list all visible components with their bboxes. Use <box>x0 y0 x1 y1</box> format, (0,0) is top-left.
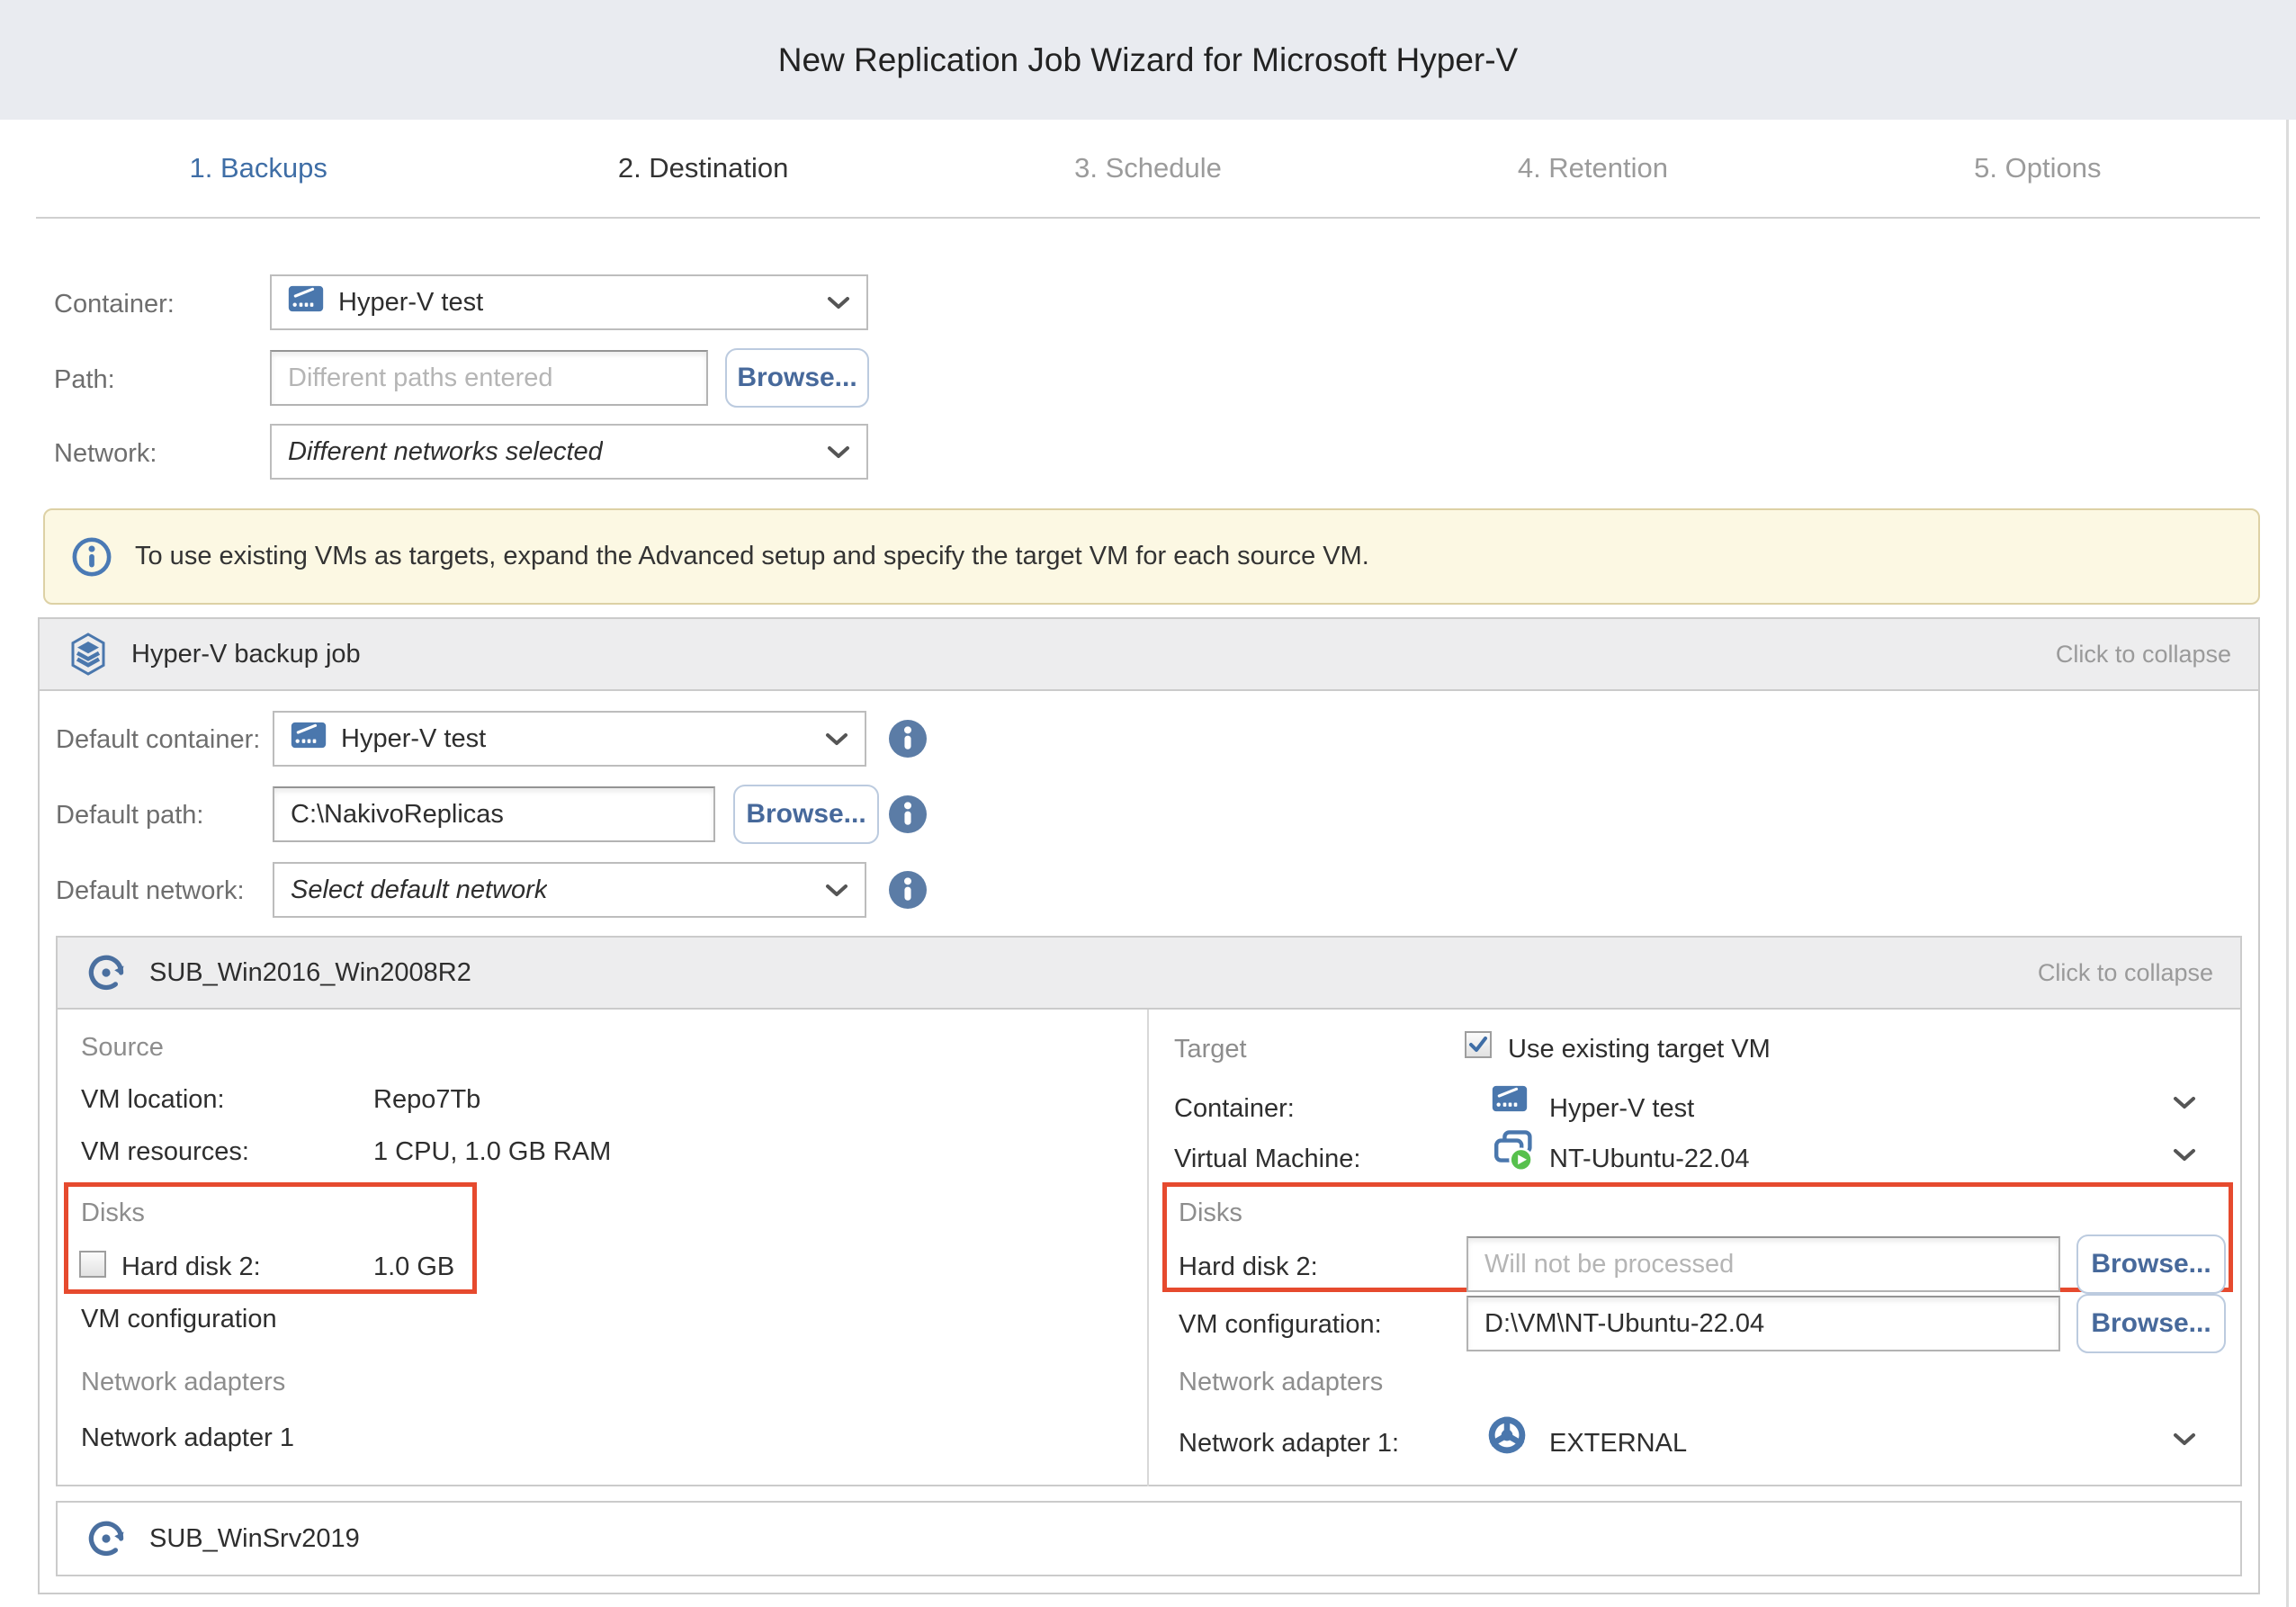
use-existing-vm-checkbox[interactable] <box>1465 1031 1492 1058</box>
default-container-value: Hyper-V test <box>341 724 486 754</box>
step-backups[interactable]: 1. Backups <box>36 120 480 217</box>
target-vm-config-input[interactable] <box>1466 1296 2060 1351</box>
chevron-down-icon <box>2173 1432 2196 1447</box>
info-icon[interactable] <box>889 720 927 758</box>
target-disk-label: Hard disk 2: <box>1179 1252 1318 1282</box>
default-container-label: Default container: <box>56 725 260 755</box>
page-edge-line <box>2286 120 2289 1607</box>
wizard-header: New Replication Job Wizard for Microsoft… <box>0 0 2296 120</box>
container-select[interactable]: Hyper-V test <box>270 274 868 330</box>
info-outline-icon <box>72 537 112 577</box>
step-retention: 4. Retention <box>1370 120 1815 217</box>
source-adapter-label: Network adapter 1 <box>81 1423 294 1453</box>
default-container-info-icon[interactable] <box>889 720 927 758</box>
source-heading: Source <box>81 1033 164 1063</box>
step-schedule: 3. Schedule <box>926 120 1370 217</box>
source-vm-config-label: VM configuration <box>81 1305 277 1334</box>
vm-icon <box>1492 1128 1535 1172</box>
network-globe-icon <box>1486 1414 1528 1456</box>
target-vm-config-label: VM configuration: <box>1179 1310 1382 1340</box>
target-disks-heading: Disks <box>1179 1199 1242 1228</box>
backup-job-header[interactable]: Hyper-V backup job Click to collapse <box>40 619 2258 691</box>
source-disk-label: Hard disk 2: <box>121 1252 261 1282</box>
target-disk-input[interactable] <box>1466 1236 2060 1292</box>
page-title: New Replication Job Wizard for Microsoft… <box>778 41 1518 79</box>
default-path-info-icon[interactable] <box>889 795 927 833</box>
target-vm-select[interactable] <box>2173 1148 2196 1167</box>
network-select[interactable]: Different networks selected <box>270 424 868 480</box>
info-icon[interactable] <box>889 871 927 909</box>
network-select-value: Different networks selected <box>288 437 603 467</box>
vm1-header[interactable]: SUB_Win2016_Win2008R2 Click to collapse <box>58 938 2240 1010</box>
replication-job-wizard: New Replication Job Wizard for Microsoft… <box>0 0 2296 1607</box>
info-banner: To use existing VMs as targets, expand t… <box>43 508 2260 605</box>
container-label: Container: <box>54 290 175 319</box>
source-disks-heading: Disks <box>81 1199 145 1228</box>
source-target-divider <box>1147 1010 1149 1486</box>
target-disk-browse-button[interactable]: Browse... <box>2076 1234 2226 1294</box>
path-browse-button[interactable]: Browse... <box>725 348 869 408</box>
info-banner-text: To use existing VMs as targets, expand t… <box>135 542 1369 571</box>
chevron-down-icon <box>827 445 850 460</box>
target-adapter-select[interactable] <box>2173 1432 2196 1451</box>
replication-icon <box>85 1517 128 1560</box>
target-container-label: Container: <box>1174 1094 1295 1124</box>
vm-location-value: Repo7Tb <box>373 1085 480 1115</box>
default-container-select[interactable]: Hyper-V test <box>273 711 866 767</box>
vm2-title: SUB_WinSrv2019 <box>149 1524 360 1554</box>
source-disk-size: 1.0 GB <box>373 1252 454 1282</box>
step-options: 5. Options <box>1816 120 2260 217</box>
vm1-collapse[interactable]: Click to collapse <box>2038 959 2213 987</box>
default-network-select[interactable]: Select default network <box>273 862 866 918</box>
chevron-down-icon <box>825 884 848 898</box>
default-network-value: Select default network <box>291 875 547 905</box>
chevron-down-icon <box>2173 1148 2196 1163</box>
vm-location-label: VM location: <box>81 1085 225 1115</box>
target-adapter-label: Network adapter 1: <box>1179 1429 1399 1459</box>
default-network-info-icon[interactable] <box>889 871 927 909</box>
backup-job-title: Hyper-V backup job <box>131 640 361 669</box>
chevron-down-icon <box>2173 1096 2196 1110</box>
target-adapter-value: EXTERNAL <box>1549 1429 1687 1459</box>
hyperv-container-icon <box>288 283 324 314</box>
vm1-box: SUB_Win2016_Win2008R2 Click to collapse <box>56 936 2242 1486</box>
target-container-select[interactable] <box>2173 1096 2196 1115</box>
source-network-heading: Network adapters <box>81 1368 285 1397</box>
target-network-heading: Network adapters <box>1179 1368 1383 1397</box>
chevron-down-icon <box>825 732 848 747</box>
hyperv-container-icon <box>291 720 327 750</box>
default-path-input[interactable] <box>273 786 715 842</box>
target-vm-value: NT-Ubuntu-22.04 <box>1549 1145 1749 1174</box>
hyperv-container-icon <box>1492 1083 1528 1114</box>
vm-resources-value: 1 CPU, 1.0 GB RAM <box>373 1137 611 1167</box>
target-container-value: Hyper-V test <box>1549 1094 1694 1124</box>
default-path-label: Default path: <box>56 801 203 830</box>
use-existing-vm-label: Use existing target VM <box>1508 1035 1771 1064</box>
info-icon[interactable] <box>889 795 927 833</box>
path-input[interactable] <box>270 350 708 406</box>
check-icon <box>1467 1034 1489 1055</box>
wizard-steps: 1. Backups 2. Destination 3. Schedule 4.… <box>36 120 2260 219</box>
replication-icon <box>85 951 128 994</box>
default-network-label: Default network: <box>56 876 245 906</box>
vm2-box[interactable]: SUB_WinSrv2019 <box>56 1501 2242 1576</box>
network-label: Network: <box>54 439 157 469</box>
target-heading: Target <box>1174 1035 1247 1064</box>
path-label: Path: <box>54 365 115 395</box>
vm-resources-label: VM resources: <box>81 1137 249 1167</box>
chevron-down-icon <box>827 296 850 310</box>
container-select-value: Hyper-V test <box>338 288 483 318</box>
step-destination[interactable]: 2. Destination <box>480 120 925 217</box>
backup-job-collapse[interactable]: Click to collapse <box>2056 641 2231 669</box>
backup-job-icon <box>67 633 110 676</box>
source-disk-checkbox[interactable] <box>79 1251 106 1278</box>
target-vm-config-browse-button[interactable]: Browse... <box>2076 1294 2226 1353</box>
target-vm-label: Virtual Machine: <box>1174 1145 1360 1174</box>
default-path-browse-button[interactable]: Browse... <box>733 785 879 844</box>
vm1-title: SUB_Win2016_Win2008R2 <box>149 958 471 988</box>
